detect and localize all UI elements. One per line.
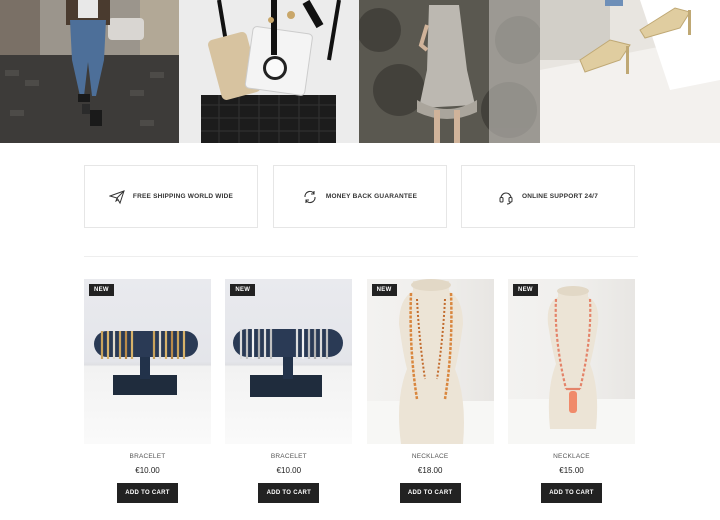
product-price: €10.00 <box>276 466 302 475</box>
product-name[interactable]: BRACELET <box>130 453 166 460</box>
dress-photo[interactable] <box>359 0 540 143</box>
feature-online-support: ONLINE SUPPORT 24/7 <box>461 165 635 228</box>
new-badge: NEW <box>512 284 538 296</box>
product-card: NEW BRACELET €10.00 ADD TO CART <box>84 279 211 503</box>
product-card: NEW NECKLACE €15.00 ADD TO CART <box>507 279 635 503</box>
new-badge: NEW <box>89 284 114 296</box>
street-fashion-photo[interactable] <box>0 0 179 143</box>
add-to-cart-button[interactable]: ADD TO CART <box>117 483 178 503</box>
heels-photo[interactable] <box>540 0 720 143</box>
product-card: NEW BRACELET €10.00 ADD TO CART <box>225 279 353 503</box>
product-price: €18.00 <box>417 466 443 475</box>
new-badge: NEW <box>371 284 397 296</box>
product-name[interactable]: NECKLACE <box>412 453 449 460</box>
handbag-accessories-photo[interactable] <box>179 0 359 143</box>
product-image-necklace[interactable]: NEW <box>366 279 494 444</box>
paper-plane-icon <box>108 189 125 205</box>
hero-banner <box>0 0 720 143</box>
product-card: NEW NECKLACE €18.00 ADD TO CART <box>366 279 494 503</box>
product-image-necklace[interactable]: NEW <box>507 279 635 444</box>
features-bar: FREE SHIPPING WORLD WIDE MONEY BACK GUAR… <box>84 165 635 229</box>
feature-label: FREE SHIPPING WORLD WIDE <box>132 193 234 200</box>
add-to-cart-button[interactable]: ADD TO CART <box>258 483 320 503</box>
product-image-bracelet[interactable]: NEW <box>84 279 211 444</box>
feature-label: MONEY BACK GUARANTEE <box>325 193 418 200</box>
feature-money-back: MONEY BACK GUARANTEE <box>272 165 447 228</box>
product-image-bracelet[interactable]: NEW <box>225 279 353 444</box>
feature-label: ONLINE SUPPORT 24/7 <box>521 193 599 200</box>
new-badge: NEW <box>230 284 256 296</box>
product-grid: NEW BRACELET €10.00 ADD TO CART NEW BRAC… <box>84 279 635 503</box>
product-price: €10.00 <box>135 466 160 475</box>
feature-free-shipping: FREE SHIPPING WORLD WIDE <box>84 165 258 228</box>
add-to-cart-button[interactable]: ADD TO CART <box>540 483 602 503</box>
headset-icon <box>498 189 514 205</box>
section-divider <box>84 256 638 257</box>
refresh-icon <box>302 189 318 205</box>
product-name[interactable]: NECKLACE <box>553 453 590 460</box>
add-to-cart-button[interactable]: ADD TO CART <box>399 483 461 503</box>
product-price: €15.00 <box>559 466 584 475</box>
product-name[interactable]: BRACELET <box>271 453 307 460</box>
